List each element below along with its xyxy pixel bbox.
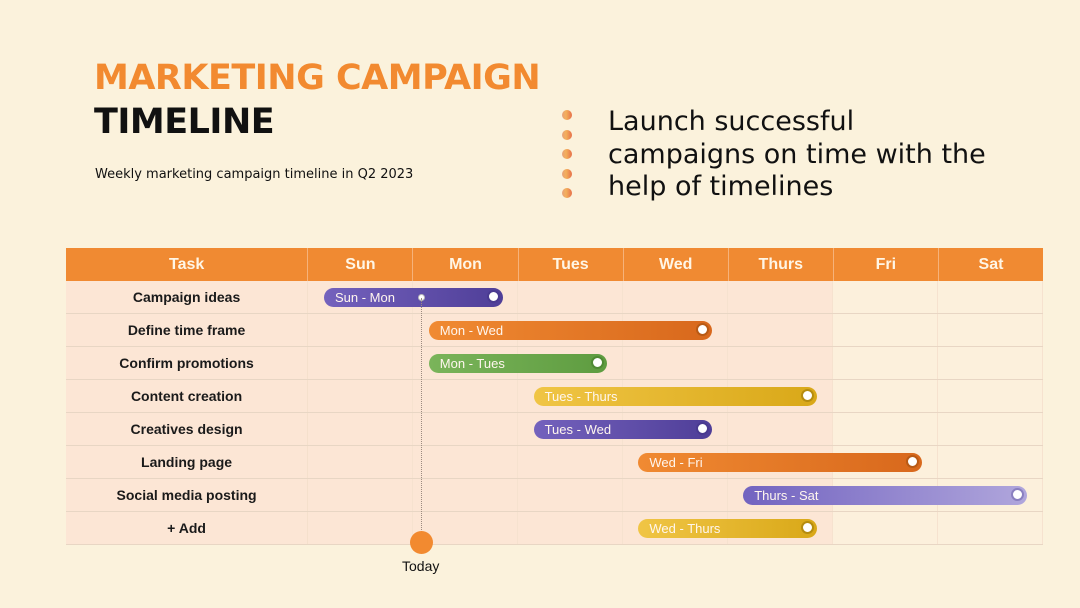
header-day-wed: Wed — [624, 248, 729, 281]
gantt-body: Campaign ideas Sun - Mon Define time frame… — [66, 281, 1043, 545]
page-title-line2: TIMELINE — [94, 102, 275, 142]
day-cell — [728, 347, 834, 379]
task-bar[interactable]: Thurs - Sat — [743, 486, 1027, 505]
day-cell — [728, 281, 834, 313]
gantt-row: Social media posting Thurs - Sat — [66, 479, 1043, 512]
bar-end-handle[interactable] — [800, 521, 814, 534]
day-cell — [938, 281, 1043, 313]
bar-end-handle[interactable] — [591, 356, 605, 369]
task-name: Campaign ideas — [66, 281, 309, 313]
day-cell — [518, 512, 624, 544]
day-cell — [308, 413, 414, 445]
task-bar[interactable]: Mon - Wed — [428, 321, 713, 340]
gantt-row: Content creation Tues - Thurs — [66, 380, 1043, 413]
task-bar[interactable]: Sun - Mon — [324, 288, 503, 307]
header-day-sat: Sat — [978, 255, 1004, 273]
day-cell — [938, 380, 1043, 412]
bar-end-handle[interactable] — [696, 422, 710, 435]
day-cell — [833, 281, 939, 313]
day-cell — [833, 314, 939, 346]
day-cell — [413, 479, 519, 511]
day-cell — [308, 512, 414, 544]
task-bar-label: Wed - Fri — [649, 455, 703, 470]
header-task: Task — [66, 248, 309, 281]
task-bar-label: Mon - Wed — [439, 323, 504, 338]
gantt-chart: Task Sun Mon Tues Wed Thurs Fri Sat Campaign id… — [66, 248, 1043, 545]
day-cell — [833, 380, 939, 412]
day-cell — [308, 347, 414, 379]
task-bar[interactable]: Tues - Thurs — [533, 387, 817, 406]
bar-end-handle[interactable] — [905, 455, 919, 468]
decorative-dots — [562, 110, 572, 208]
bar-end-handle[interactable] — [696, 323, 710, 336]
header-day-fri: Fri — [834, 248, 939, 281]
day-cell — [728, 314, 834, 346]
task-name: Confirm promotions — [66, 347, 309, 379]
task-name: Creatives design — [66, 413, 309, 445]
task-bar-label: Wed - Thurs — [649, 521, 721, 536]
dot-icon — [562, 149, 572, 159]
day-cell — [938, 413, 1043, 445]
task-bar-label: Tues - Wed — [544, 422, 612, 437]
gantt-row: Confirm promotions Mon - Tues — [66, 347, 1043, 380]
today-label: Today — [402, 558, 440, 574]
today-line — [421, 298, 422, 534]
dot-icon — [562, 188, 572, 198]
task-bar[interactable]: Wed - Fri — [638, 453, 922, 472]
task-name: Define time frame — [66, 314, 309, 346]
gantt-row: Campaign ideas Sun - Mon — [66, 281, 1043, 314]
day-cell — [308, 314, 414, 346]
task-bar[interactable]: Mon - Tues — [428, 354, 608, 373]
page-subtitle: Weekly marketing campaign timeline in Q2… — [95, 167, 414, 182]
header-day-mon: Mon — [413, 248, 519, 281]
dot-icon — [562, 110, 572, 120]
day-cell — [518, 281, 624, 313]
day-cell — [413, 413, 519, 445]
day-cell — [308, 380, 414, 412]
day-cell — [833, 413, 939, 445]
day-cell — [938, 347, 1043, 379]
day-cell — [833, 347, 939, 379]
add-task-button[interactable]: + Add — [66, 512, 309, 544]
gantt-header: Task Sun Mon Tues Wed Thurs Fri Sat — [66, 248, 1043, 281]
day-cell — [938, 314, 1043, 346]
day-cell — [308, 446, 414, 478]
day-cell — [518, 446, 624, 478]
tagline: Launch successful campaigns on time with… — [608, 106, 986, 202]
day-cell — [623, 281, 729, 313]
dot-icon — [562, 129, 572, 140]
gantt-row: Landing page Wed - Fri — [66, 446, 1043, 479]
task-bar-label: Thurs - Sat — [754, 488, 819, 503]
day-cell — [413, 446, 519, 478]
task-name: Landing page — [66, 446, 309, 478]
gantt-row: Creatives design Tues - Wed — [66, 413, 1043, 446]
day-cell — [308, 479, 414, 511]
task-name: Social media posting — [66, 479, 309, 511]
today-marker[interactable] — [410, 531, 433, 554]
day-cell — [728, 413, 834, 445]
header-day-tues: Tues — [519, 248, 624, 281]
day-cell — [833, 512, 939, 544]
task-bar-label: Mon - Tues — [439, 356, 505, 371]
gantt-row: + Add Wed - Thurs — [66, 512, 1043, 545]
bar-end-handle[interactable] — [1010, 488, 1024, 501]
task-bar[interactable]: Wed - Thurs — [638, 519, 817, 538]
day-cell — [938, 446, 1043, 478]
dot-icon — [562, 168, 572, 179]
task-bar-label: Sun - Mon — [335, 290, 395, 305]
bar-end-handle[interactable] — [486, 290, 500, 303]
day-cell — [623, 347, 729, 379]
header-day-sun: Sun — [308, 248, 414, 281]
gantt-row: Define time frame Mon - Wed — [66, 314, 1043, 347]
header-day-thurs: Thurs — [729, 248, 834, 281]
day-cell — [518, 479, 624, 511]
day-cell — [938, 512, 1043, 544]
day-cell — [623, 479, 729, 511]
task-bar[interactable]: Tues - Wed — [533, 420, 713, 439]
page-title-line1: MARKETING CAMPAIGN — [94, 58, 541, 98]
day-cell — [413, 380, 519, 412]
bar-end-handle[interactable] — [800, 389, 814, 402]
task-bar-label: Tues - Thurs — [544, 389, 618, 404]
task-name: Content creation — [66, 380, 309, 412]
